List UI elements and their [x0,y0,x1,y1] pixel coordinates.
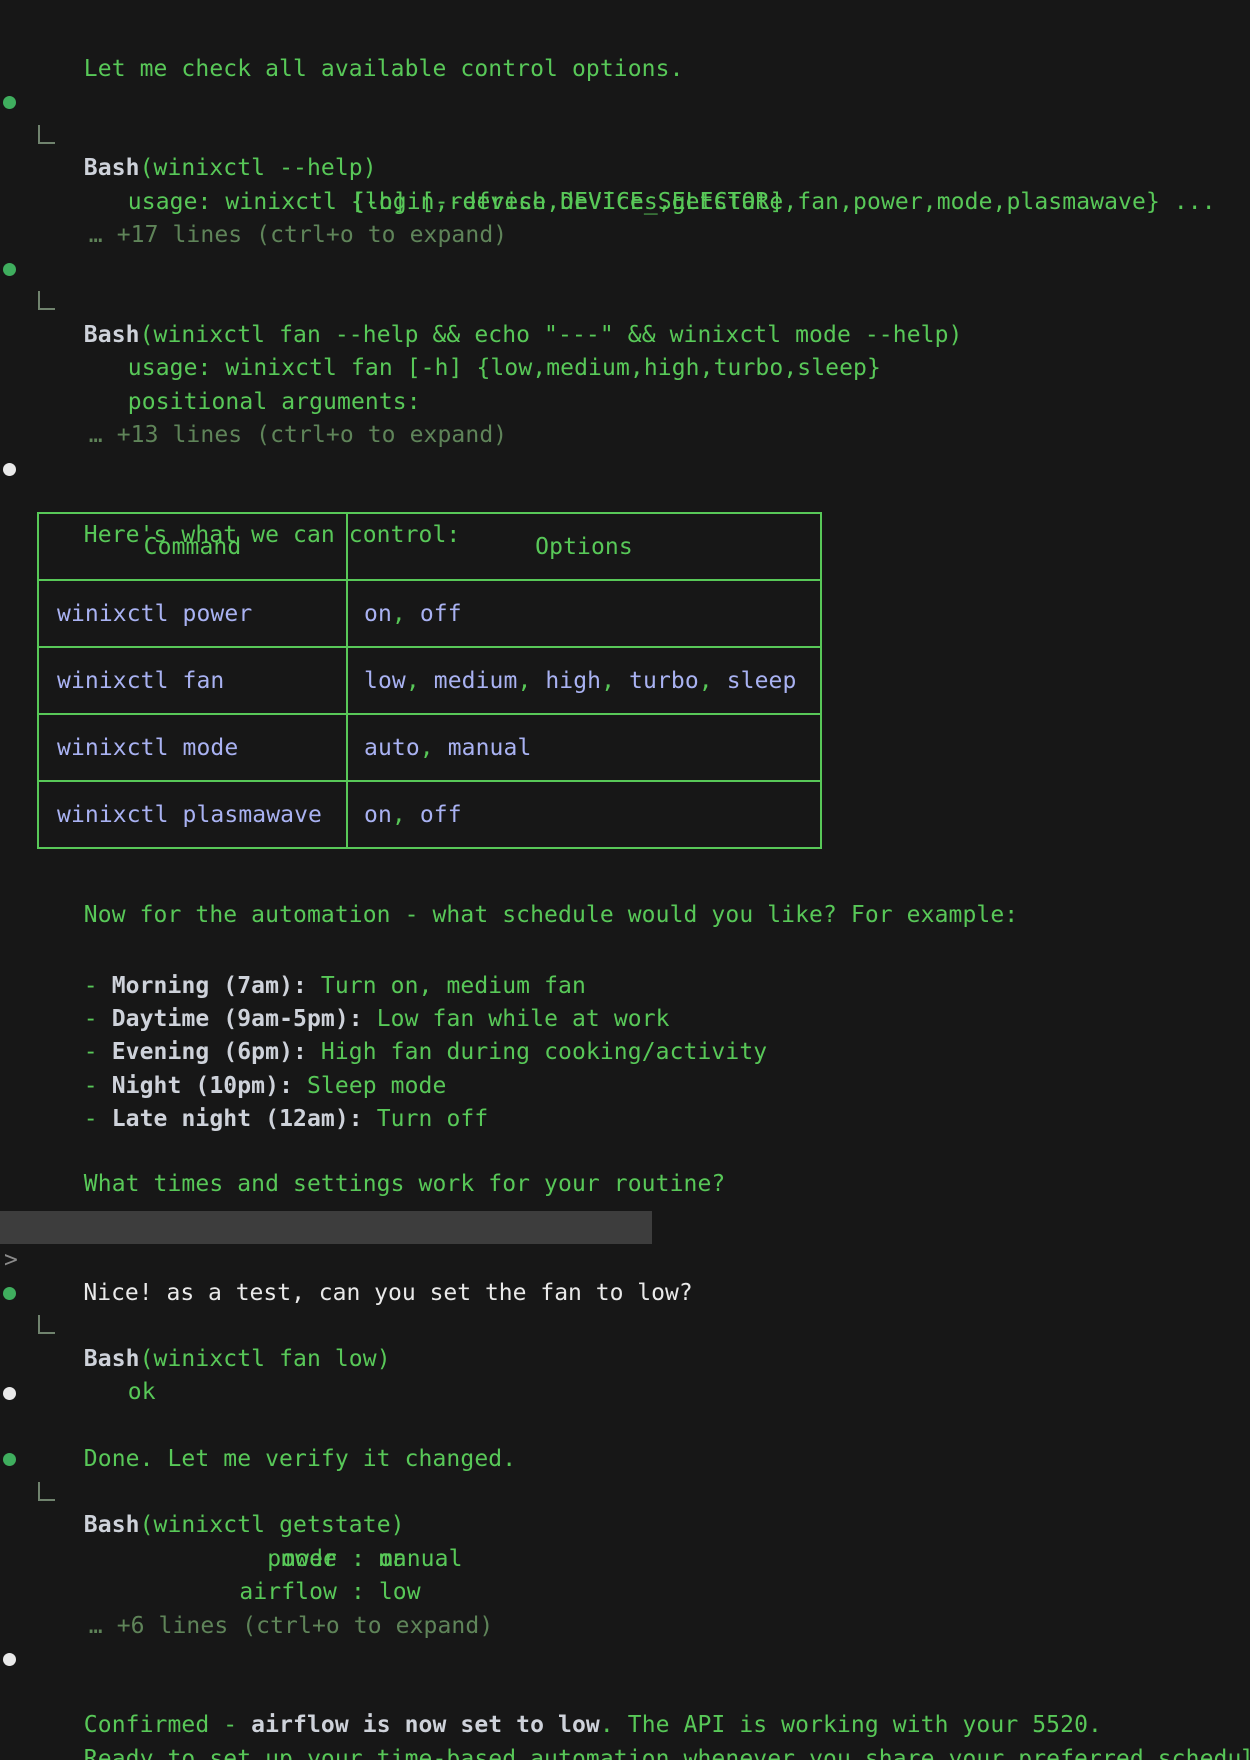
tool-output-line: mode : manual [0,1510,1250,1543]
table-row: winixctl fan low, medium, high, turbo, s… [38,647,821,714]
tool-name: Bash [84,322,140,348]
assistant-message-intro: Let me check all available control optio… [0,20,1250,53]
assistant-text: Ready to set up your time-based automati… [84,1743,1250,1760]
output-elbow-icon [38,1315,55,1334]
assistant-message-confirmed: Confirmed - airflow is now set to low. T… [0,1643,1250,1676]
tool-output-truncation: … +17 lines (ctrl+o to expand) [0,186,1250,219]
tool-call-bash-fan-low: Bash(winixctl fan low) [0,1277,1250,1310]
table-row: winixctl plasmawave on, off [38,781,821,848]
schedule-list-item: - Morning (7am): Turn on, medium fan [0,937,1250,970]
assistant-text: What times and settings work for your ro… [84,1168,726,1201]
options-cell: low, medium, high, turbo, sleep [347,647,821,714]
assistant-bullet-icon [3,1387,16,1400]
command-cell: winixctl fan [38,647,347,714]
schedule-list-item: - Evening (6pm): High fan during cooking… [0,1003,1250,1036]
option-value: medium [434,668,518,694]
control-options-table: Command Options winixctl power on, off w… [37,512,822,849]
tool-output-truncation: … +13 lines (ctrl+o to expand) [0,386,1250,419]
output-elbow-icon [38,125,55,144]
assistant-message-done: Done. Let me verify it changed. [0,1377,1250,1410]
tool-bullet-icon [3,263,16,276]
prompt-chevron-icon: > [4,1244,18,1277]
option-value: manual [448,735,532,761]
schedule-list-item: - Daytime (9am-5pm): Low fan while at wo… [0,970,1250,1003]
option-value: low [364,668,406,694]
column-header-options: Options [347,513,821,580]
option-value: on [364,601,392,627]
assistant-message-controls: Here's what we can control: [0,453,1250,486]
option-value: on [364,802,392,828]
tool-output-line: airflow : low [0,1543,1250,1576]
tool-call-bash-getstate: Bash(winixctl getstate) [0,1443,1250,1476]
schedule-label: Late night (12am): [112,1106,363,1132]
option-value: off [420,802,462,828]
assistant-text: Let me check all available control optio… [84,53,684,86]
tool-bullet-icon [3,1287,16,1300]
option-value: high [545,668,601,694]
tool-output-line: positional arguments: [0,353,1250,386]
expand-hint: … +6 lines (ctrl+o to expand) [89,1610,493,1643]
user-message: > Nice! as a test, can you set the fan t… [0,1211,652,1244]
option-value: auto [364,735,420,761]
tool-output-line: {login,refresh,devices,getstate,fan,powe… [0,153,1250,186]
schedule-list-item: - Night (10pm): Sleep mode [0,1037,1250,1070]
command-cell: winixctl plasmawave [38,781,347,848]
column-header-command: Command [38,513,347,580]
options-cell: on, off [347,580,821,647]
assistant-bullet-icon [3,463,16,476]
tool-call-bash-fan-mode-help: Bash(winixctl fan --help && echo "---" &… [0,253,1250,286]
expand-hint: … +17 lines (ctrl+o to expand) [89,219,507,252]
tool-bullet-icon [3,96,16,109]
assistant-bullet-icon [3,1653,16,1666]
tool-output-line: ok [0,1310,1250,1343]
table-header-row: Command Options [38,513,821,580]
tool-name: Bash [84,1346,140,1372]
options-cell: auto, manual [347,714,821,781]
tool-output-line: power : on [0,1477,1250,1510]
tool-call-bash-help: Bash(winixctl --help) [0,86,1250,119]
tool-output-line: usage: winixctl [-h] [--device DEVICE_SE… [0,120,1250,153]
schedule-detail: Turn off [363,1106,489,1132]
tool-bullet-icon [3,1453,16,1466]
options-cell: on, off [347,781,821,848]
command-cell: winixctl power [38,580,347,647]
assistant-text: Now for the automation - what schedule w… [84,899,1018,932]
list-dash: - [84,1106,112,1132]
option-value: sleep [727,668,797,694]
assistant-message-ready: Ready to set up your time-based automati… [0,1710,1250,1743]
option-value: off [420,601,462,627]
table-row: winixctl mode auto, manual [38,714,821,781]
assistant-message-automation: Now for the automation - what schedule w… [0,866,1250,899]
tool-output-truncation: … +6 lines (ctrl+o to expand) [0,1577,1250,1610]
terminal-output: Let me check all available control optio… [0,0,1250,1760]
assistant-message-question: What times and settings work for your ro… [0,1135,1250,1168]
tool-command: (winixctl fan --help && echo "---" && wi… [140,322,963,348]
output-elbow-icon [38,1482,55,1501]
output-elbow-icon [38,291,55,310]
tool-output-line: usage: winixctl fan [-h] {low,medium,hig… [0,286,1250,319]
tool-command: (winixctl fan low) [140,1346,391,1372]
table-row: winixctl power on, off [38,580,821,647]
option-value: turbo [629,668,699,694]
schedule-list-item: - Late night (12am): Turn off [0,1070,1250,1103]
command-cell: winixctl mode [38,714,347,781]
expand-hint: … +13 lines (ctrl+o to expand) [89,419,507,452]
